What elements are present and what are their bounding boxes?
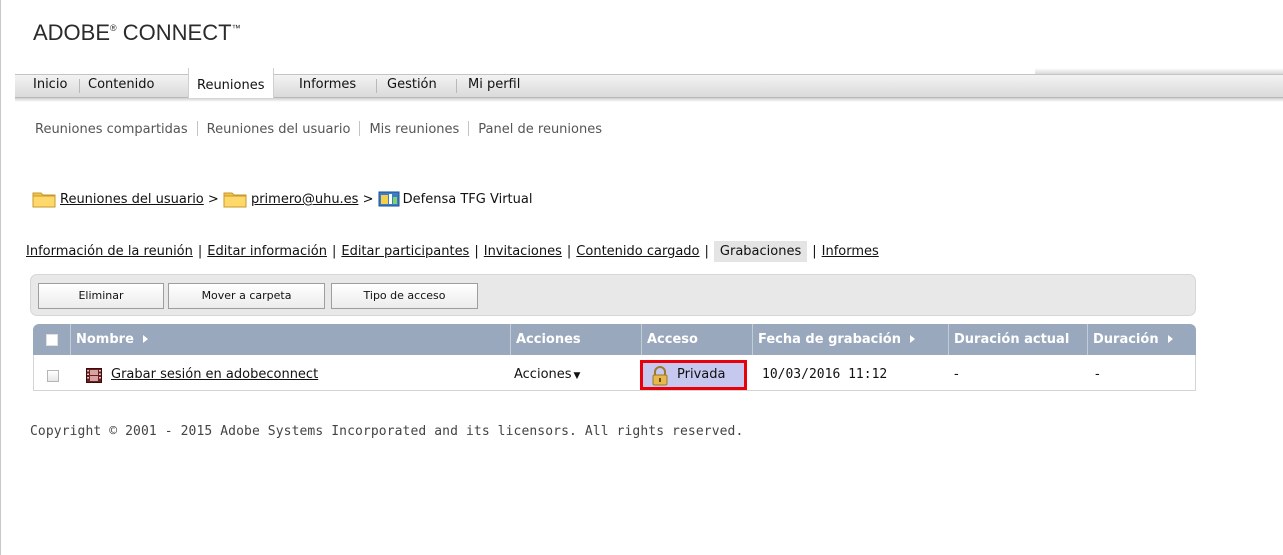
nav-mi-perfil[interactable]: Mi perfil (468, 74, 520, 98)
actions-dropdown[interactable]: Acciones ▼ (514, 367, 580, 382)
recording-name-link[interactable]: Grabar sesión en adobeconnect (111, 367, 318, 382)
meeting-icon (378, 191, 400, 207)
recording-film-icon (86, 368, 102, 383)
nav-informes[interactable]: Informes (299, 74, 356, 98)
subnav-mis-reuniones[interactable]: Mis reuniones (369, 122, 459, 137)
folder-icon (32, 192, 56, 208)
access-label: Privada (677, 367, 726, 382)
sort-arrow-icon (1167, 335, 1173, 343)
duration: - (1095, 367, 1100, 382)
breadcrumb-user-folder[interactable]: primero@uhu.es (251, 192, 359, 207)
eliminar-button[interactable]: Eliminar (38, 283, 164, 309)
column-header-duracion-actual: Duración actual (954, 332, 1070, 347)
copyright-footer: Copyright © 2001 - 2015 Adobe Systems In… (30, 424, 744, 439)
meeting-tabs: Información de la reunión | Editar informa… (26, 241, 879, 262)
dropdown-arrow-icon: ▼ (573, 371, 581, 381)
select-all-checkbox[interactable] (46, 334, 58, 346)
tab-editar-participantes[interactable]: Editar participantes (341, 244, 469, 259)
subnav-reuniones-compartidas[interactable]: Reuniones compartidas (35, 122, 188, 137)
nav-contenido[interactable]: Contenido (88, 74, 154, 98)
nav-gestion[interactable]: Gestión (387, 74, 437, 98)
row-checkbox[interactable] (47, 370, 59, 382)
table-row: Grabar sesión en adobeconnect Acciones ▼ … (33, 355, 1196, 391)
column-header-duracion[interactable]: Duración (1087, 324, 1196, 355)
column-header-acceso: Acceso (647, 332, 698, 347)
mover-a-carpeta-button[interactable]: Mover a carpeta (168, 283, 325, 309)
column-header-fecha-grabacion[interactable]: Fecha de grabación (752, 324, 948, 355)
access-badge-privada[interactable]: Privada (640, 360, 747, 390)
column-header-nombre[interactable]: Nombre (70, 324, 510, 355)
sub-navigation: Reuniones compartidas Reuniones del usuar… (35, 121, 602, 137)
column-header-acciones: Acciones (516, 332, 581, 347)
recording-date: 10/03/2016 11:12 (762, 367, 888, 382)
folder-icon (223, 192, 247, 208)
tab-informes[interactable]: Informes (822, 244, 879, 259)
app-logo: ADOBE® CONNECT™ (33, 20, 241, 45)
top-navigation: Inicio Contenido Reuniones Informes Gest… (15, 68, 1283, 102)
recordings-toolbar: Eliminar Mover a carpeta Tipo de acceso (30, 274, 1196, 316)
breadcrumb-reuniones-del-usuario[interactable]: Reuniones del usuario (60, 192, 204, 207)
subnav-reuniones-del-usuario[interactable]: Reuniones del usuario (207, 122, 351, 137)
nav-reuniones[interactable]: Reuniones (188, 68, 274, 98)
tipo-de-acceso-button[interactable]: Tipo de acceso (331, 283, 478, 309)
current-duration: - (954, 367, 959, 382)
breadcrumb-separator: > (362, 192, 374, 207)
breadcrumb-current-meeting: Defensa TFG Virtual (402, 192, 533, 207)
breadcrumb-separator: > (207, 192, 219, 207)
sort-arrow-icon (142, 335, 148, 343)
subnav-panel-de-reuniones[interactable]: Panel de reuniones (478, 122, 602, 137)
nav-inicio[interactable]: Inicio (33, 74, 67, 98)
tab-invitaciones[interactable]: Invitaciones (484, 244, 562, 259)
tab-contenido-cargado[interactable]: Contenido cargado (576, 244, 699, 259)
window-left-edge (0, 0, 1, 555)
lock-icon (652, 366, 668, 386)
tab-grabaciones[interactable]: Grabaciones (713, 241, 808, 262)
breadcrumb: Reuniones del usuario > primero@uhu.es >… (32, 190, 532, 208)
tab-editar-informacion[interactable]: Editar información (207, 244, 327, 259)
sort-arrow-icon (910, 335, 915, 343)
table-header: Nombre Acciones Acceso Fecha de grabació… (33, 324, 1196, 355)
tab-informacion-reunion[interactable]: Información de la reunión (26, 244, 193, 259)
